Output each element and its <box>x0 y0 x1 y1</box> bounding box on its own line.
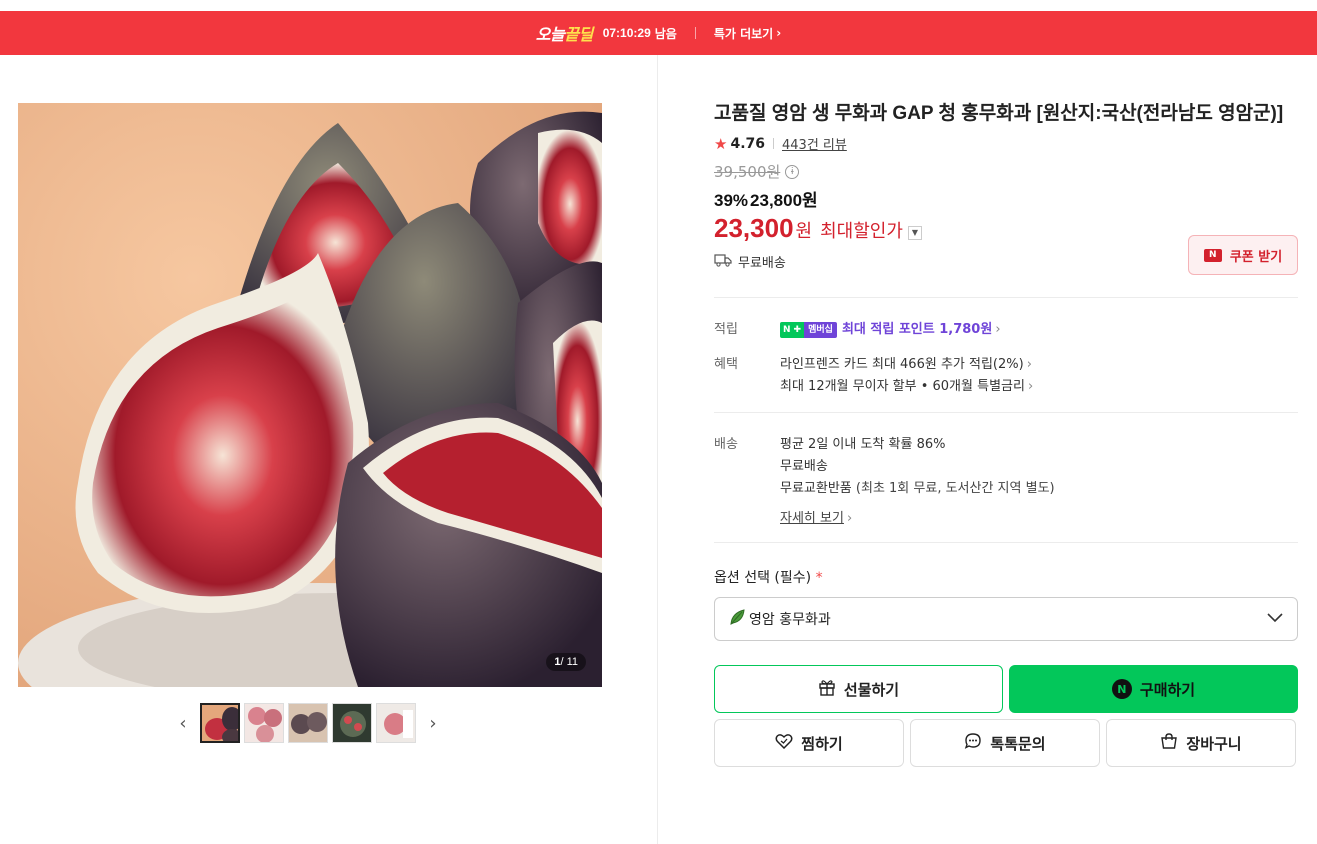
gift-button[interactable]: 선물하기 <box>714 665 1003 713</box>
max-discount-label: 최대할인가 <box>820 221 903 242</box>
chevron-down-icon <box>1267 611 1283 627</box>
delivery-fee: 무료배송 <box>780 459 828 474</box>
thumb-prev-button[interactable]: ‹ <box>170 703 196 743</box>
coupon-button[interactable]: N 쿠폰 받기 <box>1188 235 1298 275</box>
wishlist-button[interactable]: 찜하기 <box>714 719 904 767</box>
more-details-link[interactable]: 자세히 보기 › <box>780 508 1298 530</box>
chevron-right-icon: › <box>995 322 1001 337</box>
points-link[interactable]: N ✚ 멤버십 최대 적립 포인트 1,780원 › <box>780 319 1298 341</box>
thumbnail-strip: ‹ › <box>170 703 446 743</box>
points-label: 적립 <box>714 322 738 337</box>
product-info: 고품질 영암 생 무화과 GAP 청 홍무화과 [원산지:국산(전라남도 영암군… <box>714 100 1298 767</box>
thumbnail-5[interactable] <box>376 703 416 743</box>
section-divider <box>714 542 1298 543</box>
chevron-down-icon[interactable]: ▼ <box>907 225 922 240</box>
rating-row: ★ 4.76 443건 리뷰 <box>714 134 1298 154</box>
chat-bubble-icon <box>964 732 982 754</box>
benefit-card-link[interactable]: 라인프렌즈 카드 최대 466원 추가 적립(2%) › <box>780 354 1298 376</box>
product-title: 고품질 영암 생 무화과 GAP 청 홍무화과 [원산지:국산(전라남도 영암군… <box>714 103 1284 124</box>
banner-divider <box>694 27 696 39</box>
option-selected-value: 영암 홍무화과 <box>749 612 831 628</box>
benefit-installment-link[interactable]: 최대 12개월 무이자 할부 • 60개월 특별금리 › <box>780 376 1298 398</box>
original-price: 39,500원 <box>714 163 781 181</box>
buy-button[interactable]: N 구매하기 <box>1009 665 1298 713</box>
leaf-icon <box>729 608 747 630</box>
deal-timer: 07:10:29 <box>602 26 651 40</box>
membership-badge-icon: N ✚ 멤버십 <box>780 321 837 338</box>
benefit-row: 혜택 라인프렌즈 카드 최대 466원 추가 적립(2%) › 최대 12개월 무… <box>714 354 1298 398</box>
thumb-next-button[interactable]: › <box>420 703 446 743</box>
info-icon[interactable]: i <box>785 164 800 179</box>
original-price-row: 39,500원 i <box>714 161 1298 182</box>
npay-icon: N <box>1111 679 1132 699</box>
deal-remain-label: 남음 <box>654 26 677 41</box>
chevron-right-icon: › <box>1026 357 1032 372</box>
chevron-right-icon: › <box>1027 379 1034 394</box>
rating-divider <box>773 138 774 149</box>
max-discount-unit: 원 <box>795 221 813 242</box>
thumbnail-3[interactable] <box>288 703 328 743</box>
option-select[interactable]: 영암 홍무화과 <box>714 597 1298 641</box>
shipping-label: 무료배송 <box>738 256 786 271</box>
max-discount-price: 23,300 <box>714 213 794 243</box>
discount-rate: 39% <box>714 191 749 210</box>
star-icon: ★ <box>714 134 728 153</box>
main-product-image[interactable]: 1/ 11 <box>18 103 602 687</box>
shopping-bag-icon <box>1160 732 1178 754</box>
chevron-left-icon: ‹ <box>179 712 187 734</box>
deal-brand-logo: 오늘끝딜 <box>535 25 593 44</box>
fig-photo <box>18 103 602 687</box>
thumbnail-4[interactable] <box>332 703 372 743</box>
cart-button[interactable]: 장바구니 <box>1106 719 1296 767</box>
coupon-icon: N <box>1203 248 1222 262</box>
return-policy: 무료교환반품 (최초 1회 무료, 도서산간 지역 별도) <box>780 481 1055 496</box>
section-divider <box>714 412 1298 413</box>
column-divider <box>657 55 658 844</box>
primary-actions: 선물하기 N 구매하기 <box>714 665 1298 713</box>
rating-value: 4.76 <box>730 135 765 152</box>
points-row: 적립 N ✚ 멤버십 최대 적립 포인트 1,780원 › <box>714 319 1298 341</box>
heart-icon <box>775 733 793 753</box>
sale-price-row: 39% 23,800원 <box>714 186 1298 211</box>
delivery-label: 배송 <box>714 437 738 452</box>
truck-icon <box>714 253 732 271</box>
deal-banner: 오늘끝딜 07:10:29 남음 특가 더보기 › <box>0 11 1317 55</box>
section-divider <box>714 297 1298 298</box>
thumbnail-2[interactable] <box>244 703 284 743</box>
coupon-label: 쿠폰 받기 <box>1229 249 1283 265</box>
image-counter: 1/ 11 <box>546 653 586 671</box>
delivery-row: 배송 평균 2일 이내 도착 확률 86% 무료배송 무료교환반품 (최초 1회… <box>714 434 1298 530</box>
more-deals-link[interactable]: 특가 더보기 › <box>714 25 781 42</box>
thumbnail-1[interactable] <box>200 703 240 743</box>
option-label: 옵션 선택 (필수) * <box>714 570 823 586</box>
review-count-link[interactable]: 443건 리뷰 <box>782 134 847 153</box>
talk-inquiry-button[interactable]: 톡톡문의 <box>910 719 1100 767</box>
delivery-estimate: 평균 2일 이내 도착 확률 86% <box>780 437 946 452</box>
gift-icon <box>818 678 836 700</box>
chevron-right-icon: › <box>776 26 782 40</box>
benefit-label: 혜택 <box>714 357 738 372</box>
sale-price: 23,800원 <box>750 191 818 210</box>
chevron-right-icon: › <box>429 712 437 734</box>
secondary-actions: 찜하기 톡톡문의 장바구니 <box>714 719 1298 767</box>
chevron-right-icon: › <box>846 511 853 526</box>
